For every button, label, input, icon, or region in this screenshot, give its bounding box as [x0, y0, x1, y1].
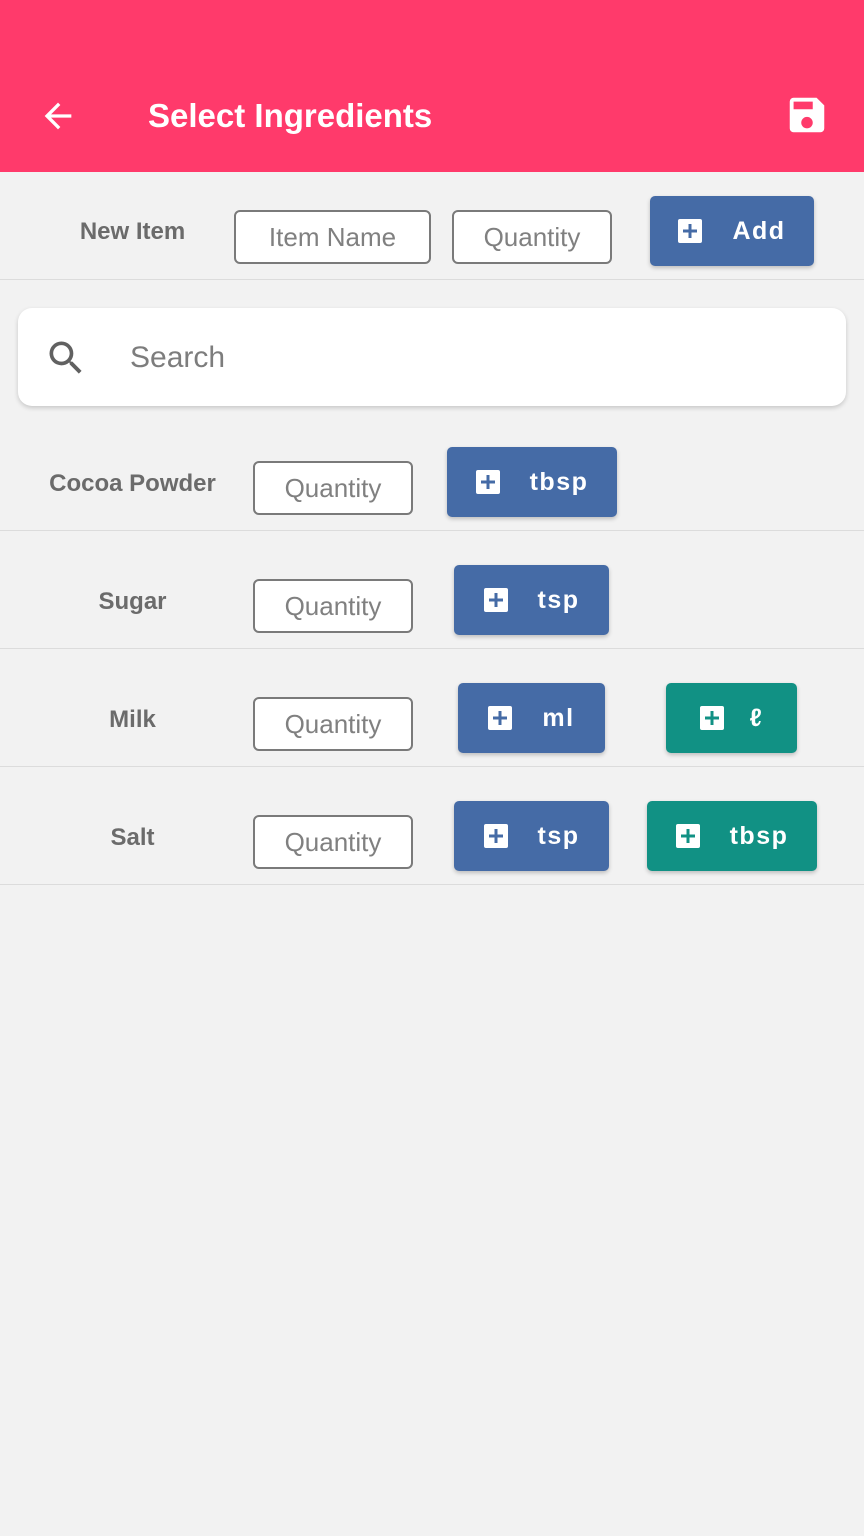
unit-button-liter[interactable]: ℓ: [666, 683, 797, 753]
unit-button-tsp[interactable]: tsp: [454, 801, 609, 871]
arrow-left-icon: [44, 102, 72, 130]
unit-button-tbsp[interactable]: tbsp: [647, 801, 817, 871]
new-item-row: New Item Add: [0, 172, 864, 280]
unit-button-ml[interactable]: ml: [458, 683, 605, 753]
ingredient-row: Cocoa Powder tbsp: [0, 413, 864, 531]
quantity-input[interactable]: [255, 699, 411, 749]
plus-box-icon: [678, 219, 703, 243]
unit-label: tsp: [537, 585, 580, 614]
unit-label: ml: [542, 703, 575, 732]
quantity-field[interactable]: [253, 697, 413, 751]
add-button-label: Add: [732, 216, 786, 245]
ingredient-name: Salt: [110, 824, 155, 851]
search-icon: [49, 341, 82, 374]
unit-label: ℓ: [749, 703, 764, 732]
quantity-input[interactable]: [255, 463, 411, 513]
item-name-field[interactable]: [234, 210, 431, 264]
ingredient-name: Milk: [109, 706, 156, 733]
quantity-field[interactable]: [253, 815, 413, 869]
plus-box-icon: [483, 824, 508, 848]
plus-box-icon: [675, 824, 700, 848]
quantity-input[interactable]: [255, 581, 411, 631]
search-input[interactable]: [130, 332, 810, 384]
unit-button-tsp[interactable]: tsp: [454, 565, 609, 635]
unit-label: tbsp: [729, 821, 789, 850]
ingredient-row: Milk ml ℓ: [0, 649, 864, 767]
ingredient-name: Cocoa Powder: [49, 470, 216, 497]
page-title: Select Ingredients: [148, 97, 433, 134]
plus-box-icon: [483, 588, 508, 612]
floppy-disk-icon: [789, 97, 825, 133]
add-item-button[interactable]: Add: [650, 196, 814, 266]
unit-button-tbsp[interactable]: tbsp: [447, 447, 617, 517]
unit-label: tsp: [537, 821, 580, 850]
ingredient-row: Salt tsp tbsp: [0, 767, 864, 885]
app-bar: Select Ingredients: [0, 0, 864, 172]
ingredient-name: Sugar: [98, 588, 167, 615]
quantity-field[interactable]: [253, 579, 413, 633]
back-button[interactable]: [30, 88, 86, 144]
new-item-quantity-field[interactable]: [452, 210, 612, 264]
new-item-quantity-input[interactable]: [454, 212, 610, 262]
unit-label: tbsp: [529, 467, 589, 496]
save-button[interactable]: [778, 86, 836, 144]
item-name-input[interactable]: [236, 212, 429, 262]
quantity-field[interactable]: [253, 461, 413, 515]
new-item-label: New Item: [79, 218, 186, 245]
plus-box-icon: [699, 706, 724, 730]
ingredient-row: Sugar tsp: [0, 531, 864, 649]
quantity-input[interactable]: [255, 817, 411, 867]
search-bar[interactable]: [18, 308, 846, 406]
plus-box-icon: [488, 706, 513, 730]
plus-box-icon: [475, 470, 500, 494]
